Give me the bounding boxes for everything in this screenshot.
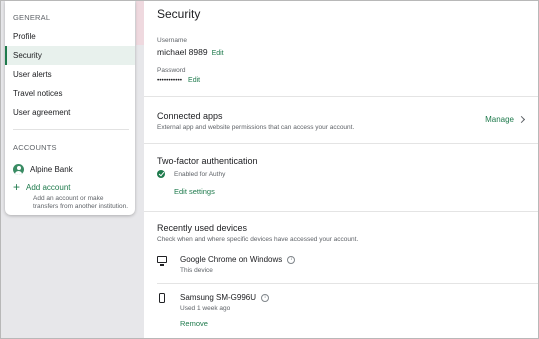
add-account-description: Add an account or make transfers from an… — [33, 195, 129, 210]
manage-button[interactable]: Manage — [485, 115, 526, 124]
add-account-button[interactable]: + Add account — [13, 180, 71, 194]
two-factor-status: Enabled for Authy — [174, 171, 226, 178]
sidebar-item-user-alerts[interactable]: User alerts — [5, 65, 135, 84]
section-divider — [144, 211, 538, 212]
manage-label: Manage — [485, 115, 514, 124]
general-section-label: GENERAL — [13, 13, 51, 22]
accounts-section-label: ACCOUNTS — [13, 143, 57, 152]
edit-password-link[interactable]: Edit — [188, 77, 200, 84]
device-name-label: Samsung SM-G996U — [180, 293, 257, 302]
plus-icon: + — [13, 180, 21, 194]
info-icon[interactable]: i — [287, 255, 296, 264]
edit-username-link[interactable]: Edit — [212, 50, 224, 57]
connected-apps-description: External app and website permissions tha… — [157, 124, 355, 131]
username-row: michael 8989 Edit — [157, 47, 224, 57]
username-value: michael 8989 — [157, 47, 208, 57]
account-name: Alpine Bank — [30, 165, 73, 174]
device-status: This device — [180, 267, 213, 274]
page-title: Security — [157, 7, 201, 21]
devices-title: Recently used devices — [157, 223, 248, 233]
password-label: Password — [157, 67, 186, 74]
device-status: Used 1 week ago — [180, 305, 231, 312]
username-label: Username — [157, 37, 187, 44]
device-item-name: Google Chrome on Windows i — [180, 255, 296, 264]
add-account-label: Add account — [26, 182, 71, 192]
edit-settings-link[interactable]: Edit settings — [174, 187, 215, 196]
main-panel: Security Username michael 8989 Edit Passw… — [144, 1, 538, 338]
check-circle-icon — [157, 170, 165, 178]
monitor-icon — [157, 256, 167, 266]
device-item-name: Samsung SM-G996U i — [180, 293, 270, 302]
device-name-label: Google Chrome on Windows — [180, 255, 283, 264]
app-window: GENERAL Profile Security User alerts Tra… — [0, 0, 539, 339]
password-value: ••••••••••• — [157, 77, 183, 84]
devices-description: Check when and where specific devices ha… — [157, 236, 359, 243]
device-divider — [157, 283, 538, 284]
info-icon[interactable]: i — [261, 293, 270, 302]
sidebar: GENERAL Profile Security User alerts Tra… — [5, 1, 135, 215]
sidebar-item-user-agreement[interactable]: User agreement — [5, 103, 135, 122]
sidebar-item-profile[interactable]: Profile — [5, 27, 135, 46]
remove-device-link[interactable]: Remove — [180, 319, 208, 328]
section-divider — [144, 96, 538, 97]
account-avatar-icon — [13, 164, 24, 175]
sidebar-divider — [13, 129, 129, 130]
two-factor-title: Two-factor authentication — [157, 156, 258, 166]
section-divider — [144, 143, 538, 144]
connected-apps-title: Connected apps — [157, 111, 223, 121]
sidebar-item-travel-notices[interactable]: Travel notices — [5, 84, 135, 103]
sidebar-item-security[interactable]: Security — [5, 46, 135, 65]
account-item[interactable]: Alpine Bank — [13, 164, 73, 175]
chevron-right-icon — [517, 115, 526, 124]
background-strip — [136, 1, 144, 45]
password-row: ••••••••••• Edit — [157, 77, 200, 84]
phone-icon — [159, 293, 165, 303]
